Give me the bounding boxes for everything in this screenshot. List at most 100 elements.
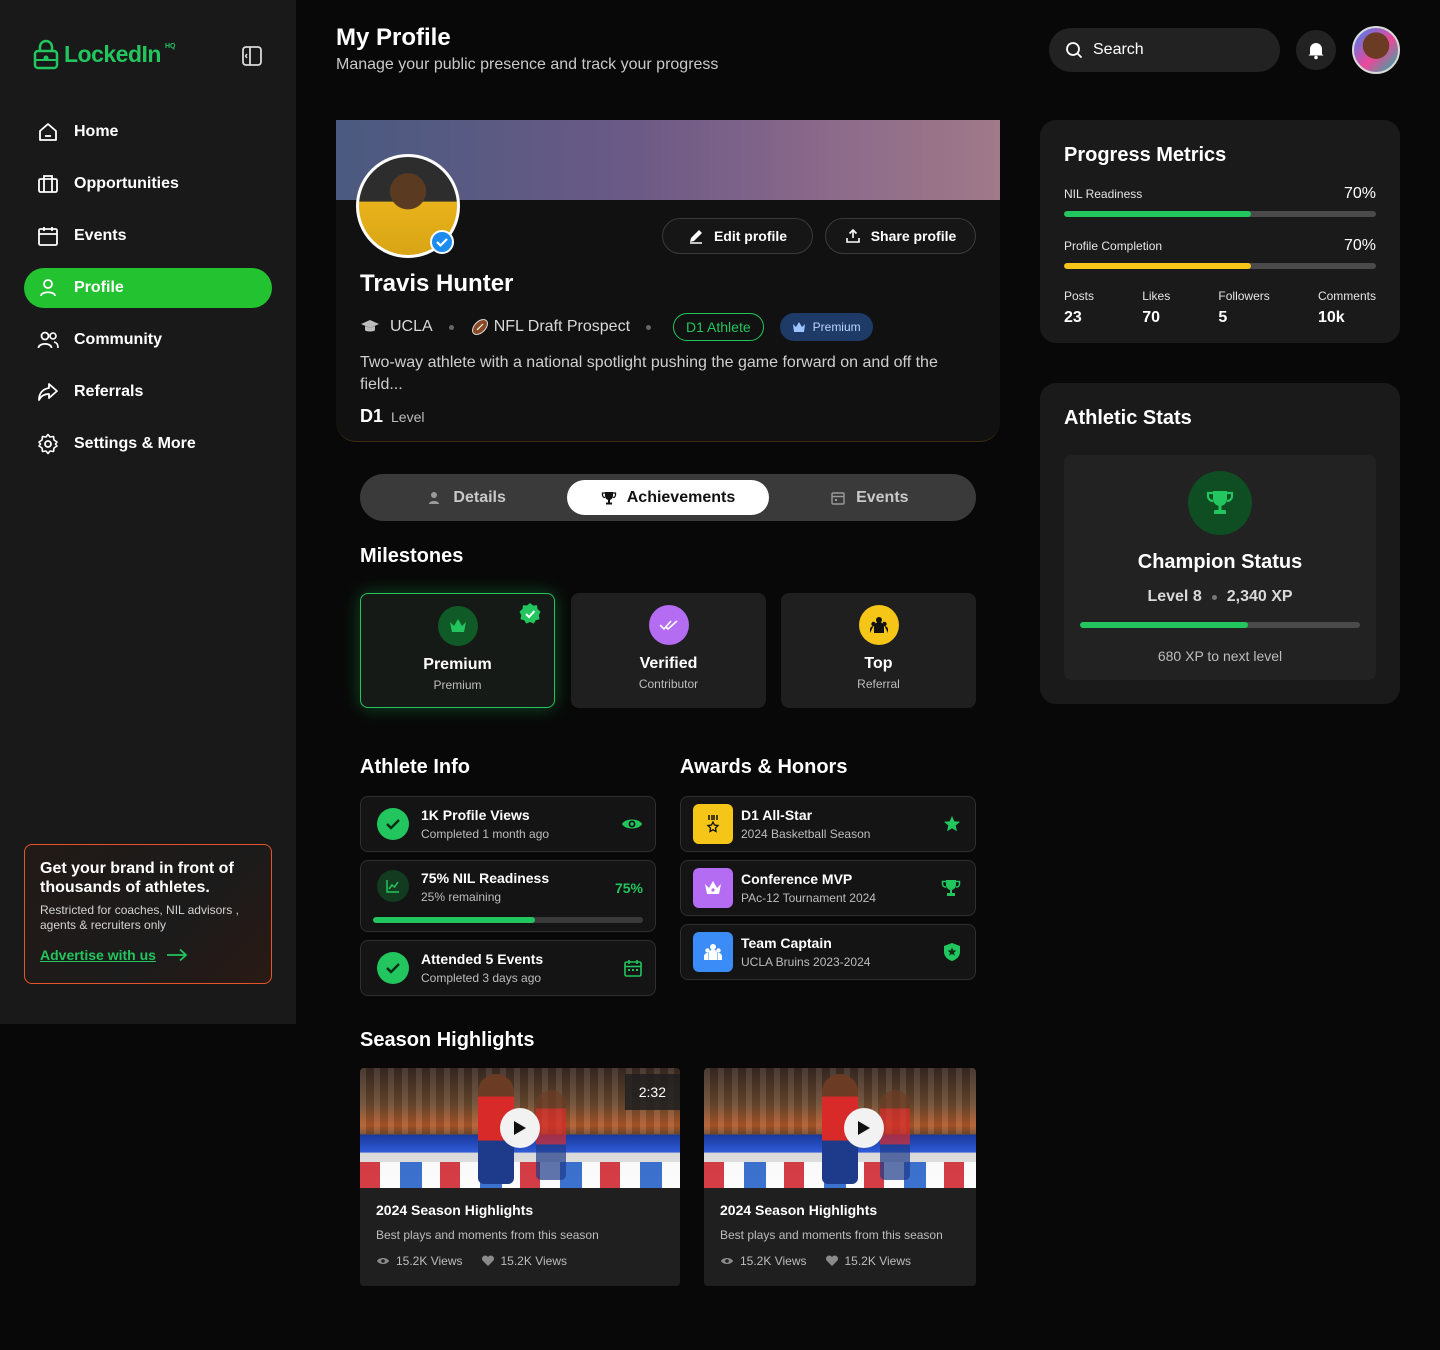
list-item[interactable]: Team Captain UCLA Bruins 2023-2024	[680, 924, 976, 980]
play-button[interactable]	[844, 1108, 884, 1148]
highlights-title: Season Highlights	[360, 1029, 535, 1051]
calendar-icon	[38, 227, 58, 246]
sidebar-item-events[interactable]: Events	[24, 216, 272, 256]
milestone-subtitle: Referral	[857, 677, 900, 691]
tab-details[interactable]: Details	[366, 480, 567, 515]
award-title: Team Captain	[741, 935, 832, 951]
sidebar-item-referrals[interactable]: Referrals	[24, 372, 272, 412]
video-card[interactable]: 2024 Season Highlights Best plays and mo…	[704, 1068, 976, 1286]
list-item[interactable]: 75% NIL Readiness 25% remaining 75%	[360, 860, 656, 932]
metric-bar	[1064, 211, 1376, 217]
shield-icon	[944, 943, 960, 961]
metric-value: 70%	[1343, 185, 1376, 202]
sidebar-item-settings[interactable]: Settings & More	[24, 424, 272, 464]
sidebar-item-profile[interactable]: Profile	[24, 268, 272, 308]
sidebar-item-home[interactable]: Home	[24, 112, 272, 152]
sidebar-collapse-icon[interactable]	[240, 44, 264, 68]
user-avatar[interactable]	[1352, 26, 1400, 74]
pencil-icon	[689, 230, 702, 244]
stat-followers: Followers 5	[1218, 289, 1269, 327]
athlete-info-title: Athlete Info	[360, 756, 470, 778]
likes-count: 15.2K Views	[844, 1254, 912, 1268]
play-button[interactable]	[500, 1108, 540, 1148]
stat-label: Likes	[1142, 289, 1171, 303]
list-item[interactable]: D1 All-Star 2024 Basketball Season	[680, 796, 976, 852]
trophy-icon	[1188, 471, 1252, 535]
bell-icon	[1308, 43, 1324, 60]
logo[interactable]: LockedIn HQ	[32, 38, 175, 70]
list-item[interactable]: 1K Profile Views Completed 1 month ago	[360, 796, 656, 852]
advertise-title: Get your brand in front of thousands of …	[40, 860, 234, 896]
share-icon	[38, 383, 58, 401]
eye-icon	[622, 819, 642, 829]
advertise-link[interactable]: Advertise with us	[40, 947, 256, 963]
award-subtitle: 2024 Basketball Season	[741, 827, 871, 841]
next-level-text: 680 XP to next level	[1157, 648, 1283, 664]
video-views: 15.2K Views	[720, 1254, 807, 1268]
users-icon	[37, 331, 59, 349]
home-icon	[39, 123, 57, 141]
milestone-top-referral[interactable]: Top Referral	[781, 593, 976, 708]
video-title: 2024 Season Highlights	[376, 1202, 534, 1218]
metric-profile-completion: Profile Completion 70%	[1064, 237, 1376, 269]
list-item[interactable]: Conference MVP PAc-12 Tournament 2024	[680, 860, 976, 916]
player-figure	[536, 1090, 566, 1180]
play-icon	[514, 1121, 526, 1135]
metric-bar-fill	[1064, 263, 1252, 269]
edit-profile-button[interactable]: Edit profile	[662, 218, 813, 254]
award-title: Conference MVP	[741, 871, 853, 887]
sidebar-item-label: Events	[74, 227, 127, 244]
crown-icon	[693, 868, 733, 908]
tab-achievements[interactable]: Achievements	[567, 480, 769, 515]
stat-value: 10k	[1317, 309, 1345, 326]
milestone-title: Premium	[423, 656, 492, 673]
award-subtitle: UCLA Bruins 2023-2024	[741, 955, 871, 969]
share-profile-button[interactable]: Share profile	[825, 218, 976, 254]
upload-icon	[845, 228, 860, 243]
sidebar: LockedIn HQ Home Opportunities Events Pr…	[0, 0, 296, 1024]
play-icon	[858, 1121, 870, 1135]
likes-count: 15.2K Views	[500, 1254, 568, 1268]
athletic-stats-panel: Athletic Stats Champion Status Level 8 2…	[1040, 383, 1400, 704]
separator-dot	[646, 324, 652, 330]
level-value: D1	[360, 406, 384, 426]
video-thumbnail[interactable]	[704, 1068, 976, 1188]
milestone-subtitle: Premium	[433, 678, 482, 692]
video-duration: 2:32	[624, 1074, 680, 1110]
tab-events[interactable]: Events	[769, 480, 970, 515]
profile-name: Travis Hunter	[360, 270, 514, 297]
info-title: Attended 5 Events	[421, 951, 544, 967]
separator-dot	[448, 324, 454, 330]
video-description: Best plays and moments from this season	[720, 1228, 943, 1242]
milestone-premium[interactable]: Premium Premium	[360, 593, 555, 708]
d1-athlete-badge: D1 Athlete	[673, 313, 764, 341]
sidebar-item-community[interactable]: Community	[24, 320, 272, 360]
sidebar-item-opportunities[interactable]: Opportunities	[24, 164, 272, 204]
star-icon	[944, 816, 960, 832]
logo-suffix: HQ	[164, 42, 176, 50]
video-card[interactable]: 2:32 2024 Season Highlights Best plays a…	[360, 1068, 680, 1286]
verified-check-icon	[519, 603, 541, 624]
level-text: Level 8	[1147, 588, 1202, 605]
sidebar-item-label: Home	[74, 123, 119, 140]
video-thumbnail[interactable]: 2:32	[360, 1068, 680, 1188]
list-item[interactable]: Attended 5 Events Completed 3 days ago	[360, 940, 656, 996]
check-circle-icon	[377, 952, 409, 984]
chart-icon	[377, 870, 409, 902]
profile-card: Edit profile Share profile Travis Hunter…	[336, 120, 1000, 442]
premium-badge: Premium	[779, 313, 873, 341]
milestone-verified[interactable]: Verified Contributor	[571, 593, 766, 708]
info-subtitle: 25% remaining	[421, 890, 502, 904]
video-description: Best plays and moments from this season	[376, 1228, 599, 1242]
trophy-icon	[941, 880, 961, 896]
profile-tabs: Details Achievements Events	[360, 474, 976, 521]
info-subtitle: Completed 1 month ago	[421, 827, 550, 841]
user-icon	[40, 279, 56, 297]
search-input[interactable]: Search	[1049, 28, 1280, 72]
logo-text: LockedIn	[64, 40, 161, 67]
award-subtitle: PAc-12 Tournament 2024	[741, 891, 876, 905]
page-subtitle: Manage your public presence and track yo…	[336, 56, 719, 73]
notifications-button[interactable]	[1296, 30, 1336, 70]
metric-nil-readiness: NIL Readiness 70%	[1064, 185, 1376, 217]
athletic-stats-title: Athletic Stats	[1064, 407, 1192, 429]
